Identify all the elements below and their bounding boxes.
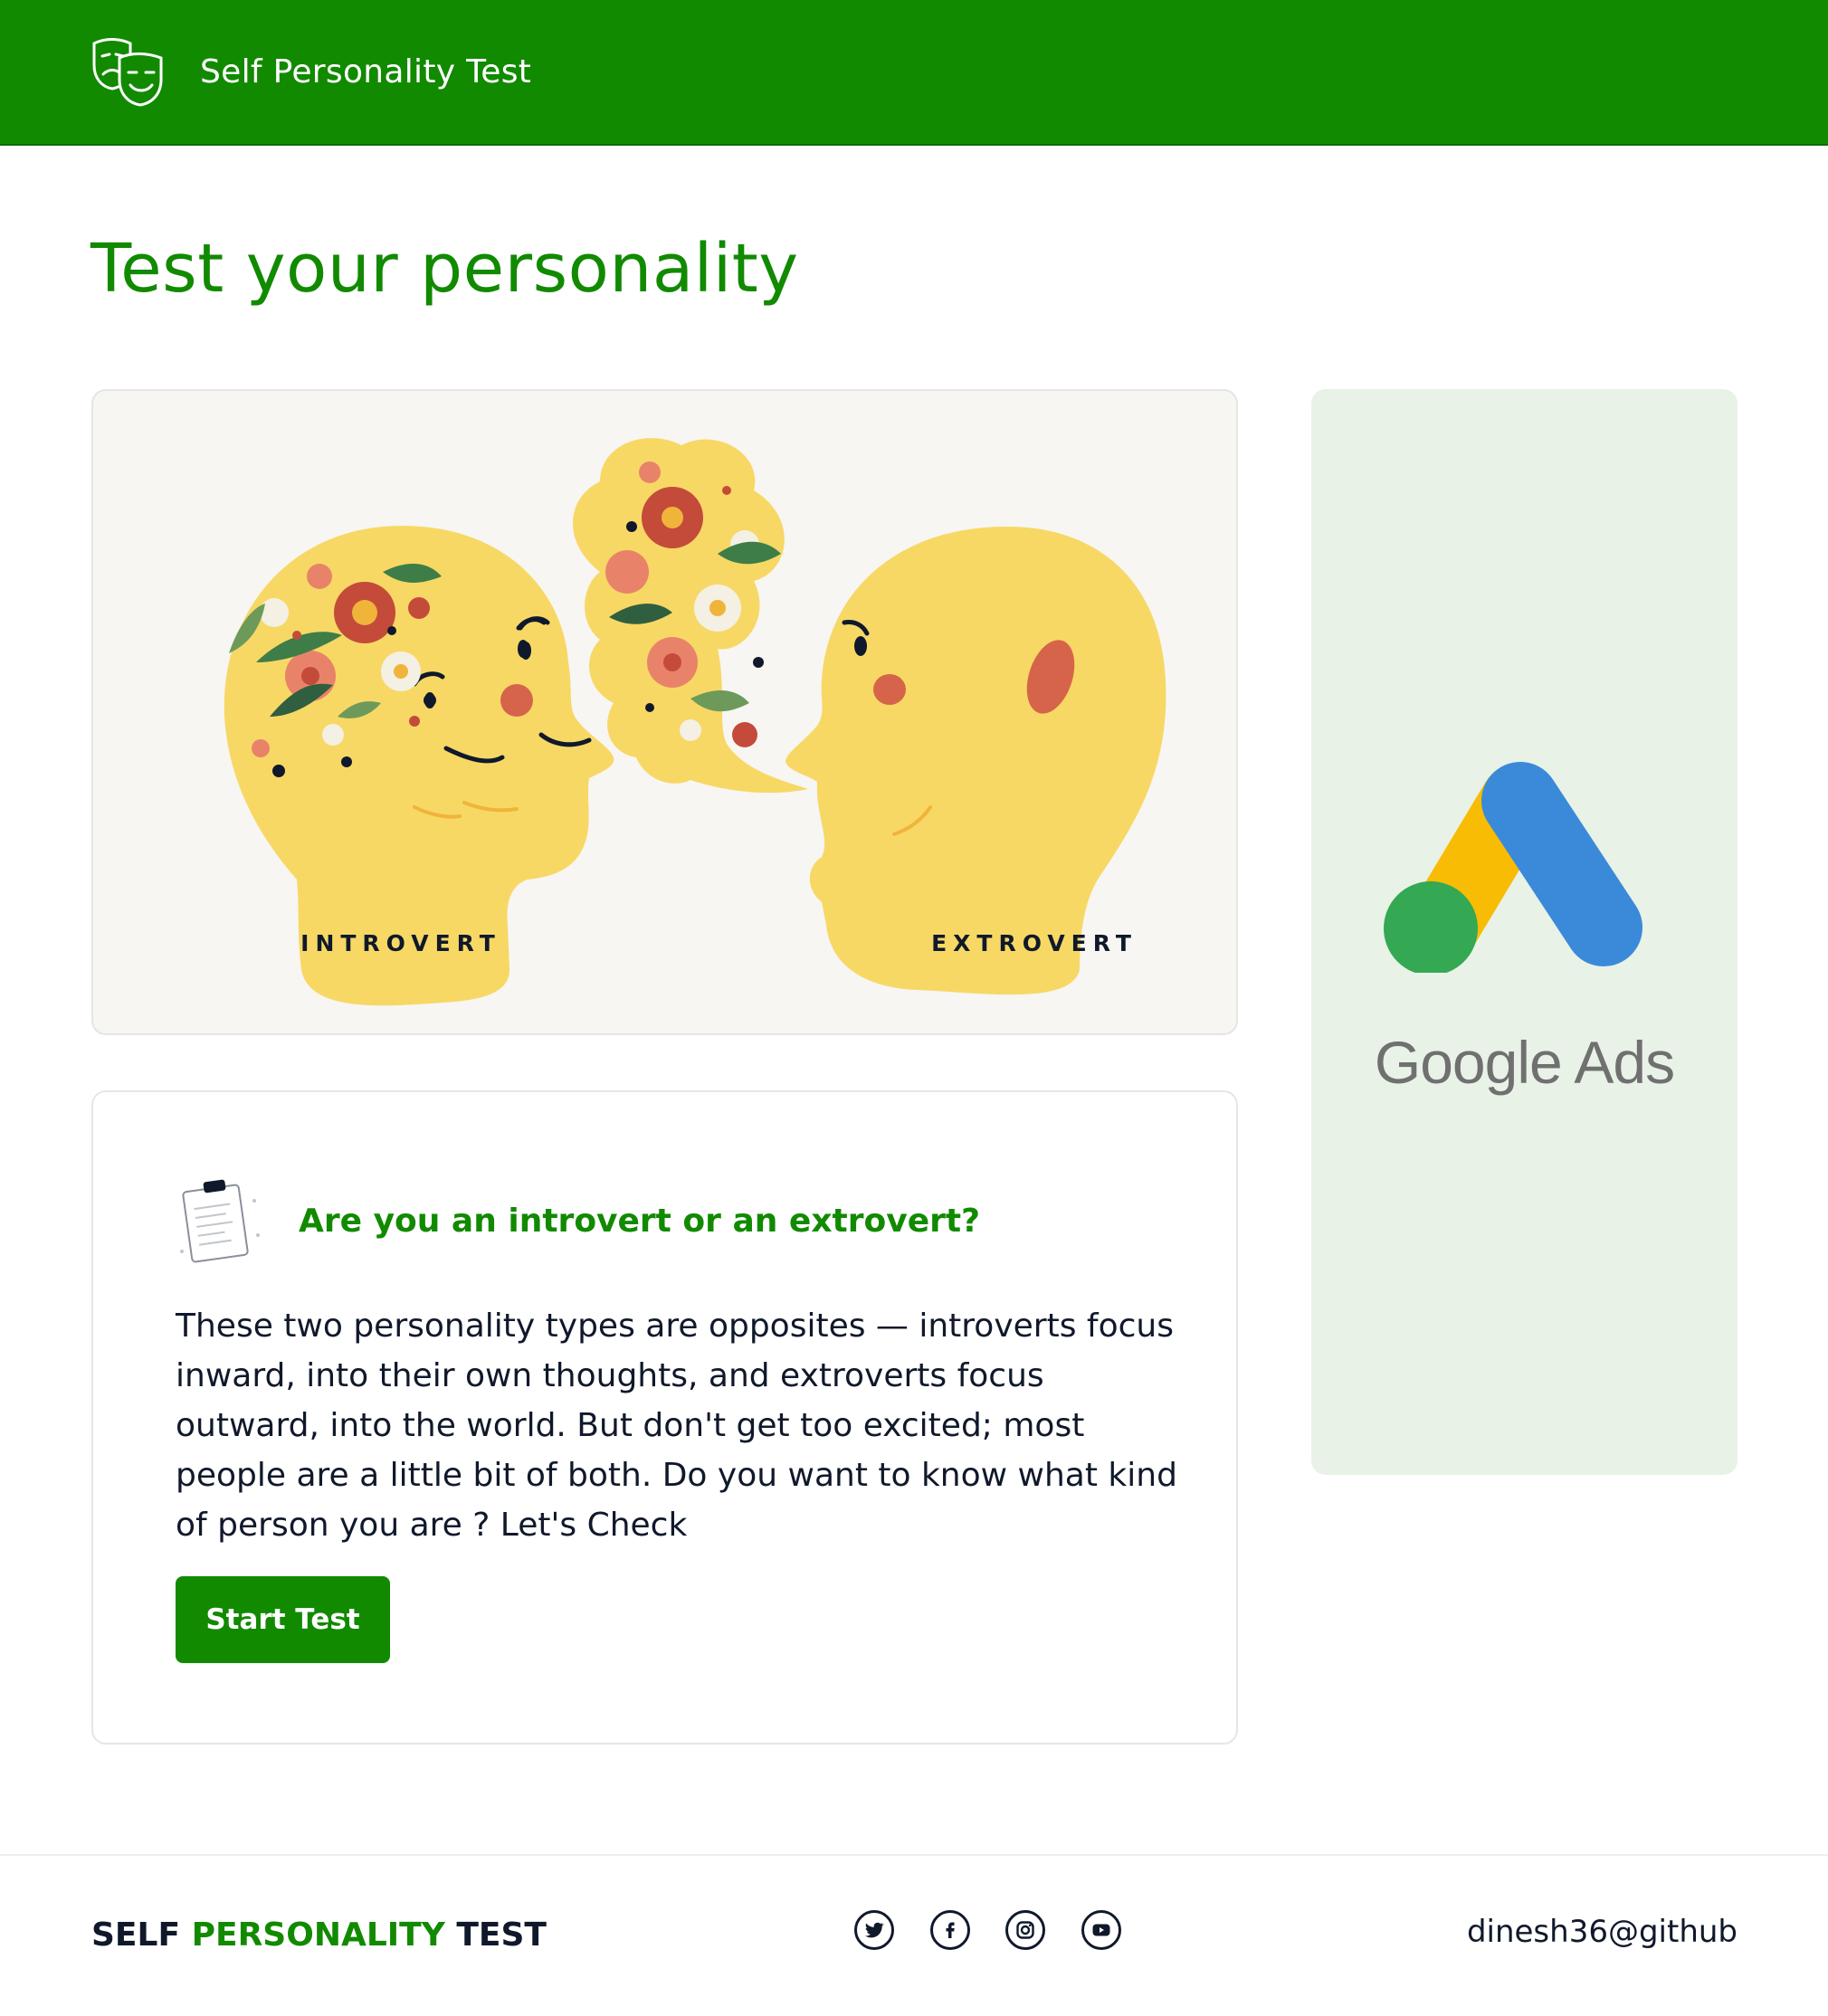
google-ads-banner[interactable]: Google Ads [1311,389,1738,1475]
footer-brand-personality: PERSONALITY [191,1916,445,1954]
start-test-button[interactable]: Start Test [176,1576,390,1663]
google-ads-text: Google Ads [1374,1029,1675,1096]
google-ads-logo-icon [1384,762,1642,973]
hero-illustration-card: . INTROVERT EXTROVERT [91,389,1238,1035]
extrovert-label: EXTROVERT [931,930,1138,956]
introvert-label: INTROVERT [300,930,501,956]
instagram-icon[interactable] [1005,1910,1045,1950]
footer-brand-self: SELF [91,1916,181,1954]
footer-brand[interactable]: SELF PERSONALITY TEST [91,1915,547,1956]
intro-card-text: These two personality types are opposite… [176,1308,1177,1544]
page-title: Test your personality [90,230,799,308]
intro-card-heading: Are you an introvert or an extrovert? [299,1203,980,1240]
clipboard-document-icon [180,1179,260,1263]
speech-flower-cloud [573,438,808,794]
navbar-title[interactable]: Self Personality Test [200,52,531,92]
github-handle-link[interactable]: dinesh36@github [1467,1912,1738,1952]
twitter-icon[interactable] [854,1910,894,1950]
footer-brand-test: TEST [456,1916,547,1954]
theater-masks-icon[interactable] [90,34,165,109]
facebook-icon[interactable] [930,1910,970,1950]
navbar: Self Personality Test [0,0,1828,146]
intro-card: Are you an introvert or an extrovert? Th… [91,1090,1238,1745]
footer-divider [0,1854,1828,1856]
youtube-icon[interactable] [1081,1910,1121,1950]
